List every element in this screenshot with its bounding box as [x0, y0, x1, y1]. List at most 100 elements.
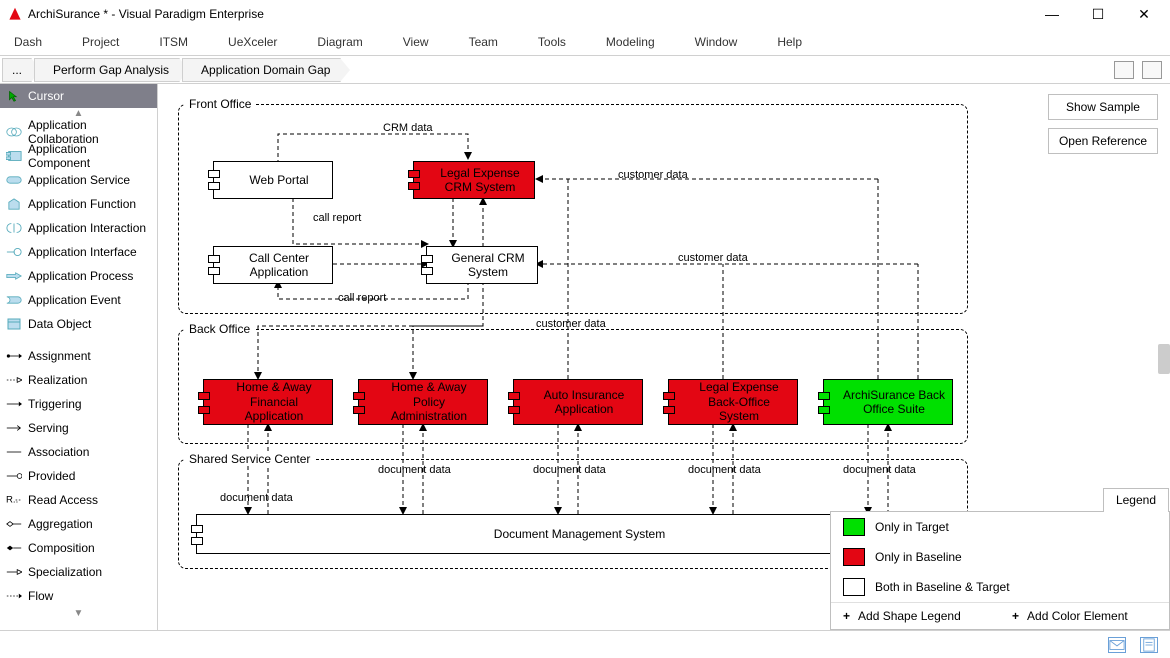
comp-web-portal[interactable]: Web Portal [213, 161, 333, 199]
palette-app-interaction[interactable]: Application Interaction [0, 216, 157, 240]
vertical-scrollbar[interactable] [1158, 344, 1170, 374]
add-shape-legend-button[interactable]: Add Shape Legend [831, 603, 1000, 629]
assignment-icon [6, 350, 22, 362]
palette-data-object[interactable]: Data Object [0, 312, 157, 336]
menu-modeling[interactable]: Modeling [606, 35, 655, 49]
menu-uexceler[interactable]: UeXceler [228, 35, 277, 49]
menu-dash[interactable]: Dash [14, 35, 42, 49]
palette-association[interactable]: Association [0, 440, 157, 464]
label-doc-data-2: document data [533, 464, 606, 476]
palette-collapse-down-icon[interactable]: ▼ [0, 608, 157, 620]
breadcrumb-root[interactable]: ... [2, 58, 32, 82]
interface-icon [6, 246, 22, 258]
legend-item-target: Only in Target [831, 512, 1169, 542]
specialization-icon [6, 566, 22, 578]
menu-view[interactable]: View [403, 35, 429, 49]
palette-composition[interactable]: Composition [0, 536, 157, 560]
add-color-element-button[interactable]: Add Color Element [1000, 603, 1169, 629]
palette-serving[interactable]: Serving [0, 416, 157, 440]
flow-icon [6, 590, 22, 602]
label-customer-data-3: customer data [536, 318, 606, 330]
data-object-icon [6, 318, 22, 330]
provided-icon [6, 470, 22, 482]
shape-palette: Cursor ▲ Application Collaboration Appli… [0, 84, 158, 630]
label-call-report-1: call report [313, 212, 361, 224]
label-customer-data-1: customer data [618, 169, 688, 181]
process-icon [6, 270, 22, 282]
label-customer-data-2: customer data [678, 252, 748, 264]
switch-diagram-icon[interactable] [1142, 61, 1162, 79]
interaction-icon [6, 222, 22, 234]
legend-item-both: Both in Baseline & Target [831, 572, 1169, 602]
comp-auto-insurance[interactable]: Auto Insurance Application [513, 379, 643, 425]
palette-app-interface[interactable]: Application Interface [0, 240, 157, 264]
document-icon[interactable] [1140, 637, 1158, 653]
palette-specialization[interactable]: Specialization [0, 560, 157, 584]
palette-provided[interactable]: Provided [0, 464, 157, 488]
legend-item-baseline: Only in Baseline [831, 542, 1169, 572]
show-sample-button[interactable]: Show Sample [1048, 94, 1158, 120]
menubar: Dash Project ITSM UeXceler Diagram View … [0, 28, 1170, 56]
maximize-button[interactable]: ☐ [1084, 6, 1112, 23]
breadcrumb-item-1[interactable]: Perform Gap Analysis [34, 58, 180, 82]
diagram-overview-icon[interactable] [1114, 61, 1134, 79]
swatch-red-icon [843, 548, 865, 566]
label-doc-data-1: document data [378, 464, 451, 476]
cursor-icon [6, 90, 22, 102]
service-icon [6, 174, 22, 186]
app-logo-icon [8, 7, 22, 21]
menu-tools[interactable]: Tools [538, 35, 566, 49]
minimize-button[interactable]: — [1038, 6, 1066, 23]
comp-legal-back-office[interactable]: Legal Expense Back-Office System [668, 379, 798, 425]
aggregation-icon [6, 518, 22, 530]
close-button[interactable]: ✕ [1130, 6, 1158, 23]
realization-icon [6, 374, 22, 386]
comp-legal-crm[interactable]: Legal Expense CRM System [413, 161, 535, 199]
palette-realization[interactable]: Realization [0, 368, 157, 392]
menu-window[interactable]: Window [695, 35, 738, 49]
palette-app-service[interactable]: Application Service [0, 168, 157, 192]
menu-itsm[interactable]: ITSM [159, 35, 188, 49]
menu-project[interactable]: Project [82, 35, 119, 49]
comp-archi-suite[interactable]: ArchiSurance Back Office Suite [823, 379, 953, 425]
open-reference-button[interactable]: Open Reference [1048, 128, 1158, 154]
serving-icon [6, 422, 22, 434]
breadcrumb: ... Perform Gap Analysis Application Dom… [0, 56, 1170, 84]
menu-help[interactable]: Help [777, 35, 802, 49]
palette-cursor[interactable]: Cursor [0, 84, 157, 108]
legend-panel: Legend Only in Target Only in Baseline B… [830, 511, 1170, 630]
comp-general-crm[interactable]: General CRM System [426, 246, 538, 284]
comp-home-financial[interactable]: Home & Away Financial Application [203, 379, 333, 425]
palette-app-event[interactable]: Application Event [0, 288, 157, 312]
palette-triggering[interactable]: Triggering [0, 392, 157, 416]
palette-app-process[interactable]: Application Process [0, 264, 157, 288]
palette-app-function[interactable]: Application Function [0, 192, 157, 216]
event-icon [6, 294, 22, 306]
titlebar: ArchiSurance * - Visual Paradigm Enterpr… [0, 0, 1170, 28]
menu-team[interactable]: Team [469, 35, 498, 49]
read-access-icon: R.. [6, 494, 22, 506]
component-icon [6, 150, 22, 162]
palette-app-collaboration[interactable]: Application Collaboration [0, 120, 157, 144]
palette-assignment[interactable]: Assignment [0, 344, 157, 368]
breadcrumb-item-2[interactable]: Application Domain Gap [182, 58, 341, 82]
window-title: ArchiSurance * - Visual Paradigm Enterpr… [28, 7, 1038, 21]
swatch-white-icon [843, 578, 865, 596]
composition-icon [6, 542, 22, 554]
palette-read-access[interactable]: R..Read Access [0, 488, 157, 512]
legend-tab[interactable]: Legend [1103, 488, 1169, 512]
palette-aggregation[interactable]: Aggregation [0, 512, 157, 536]
association-icon [6, 446, 22, 458]
label-crm-data: CRM data [383, 122, 433, 134]
palette-flow[interactable]: Flow [0, 584, 157, 608]
label-doc-data-4: document data [843, 464, 916, 476]
menu-diagram[interactable]: Diagram [317, 35, 362, 49]
collaboration-icon [6, 126, 22, 138]
diagram-canvas[interactable]: Show Sample Open Reference [158, 84, 1170, 630]
comp-home-policy[interactable]: Home & Away Policy Administration [358, 379, 488, 425]
comp-call-center[interactable]: Call Center Application [213, 246, 333, 284]
mail-icon[interactable] [1108, 637, 1126, 653]
palette-app-component[interactable]: Application Component [0, 144, 157, 168]
triggering-icon [6, 398, 22, 410]
label-call-report-2: call report [338, 292, 386, 304]
